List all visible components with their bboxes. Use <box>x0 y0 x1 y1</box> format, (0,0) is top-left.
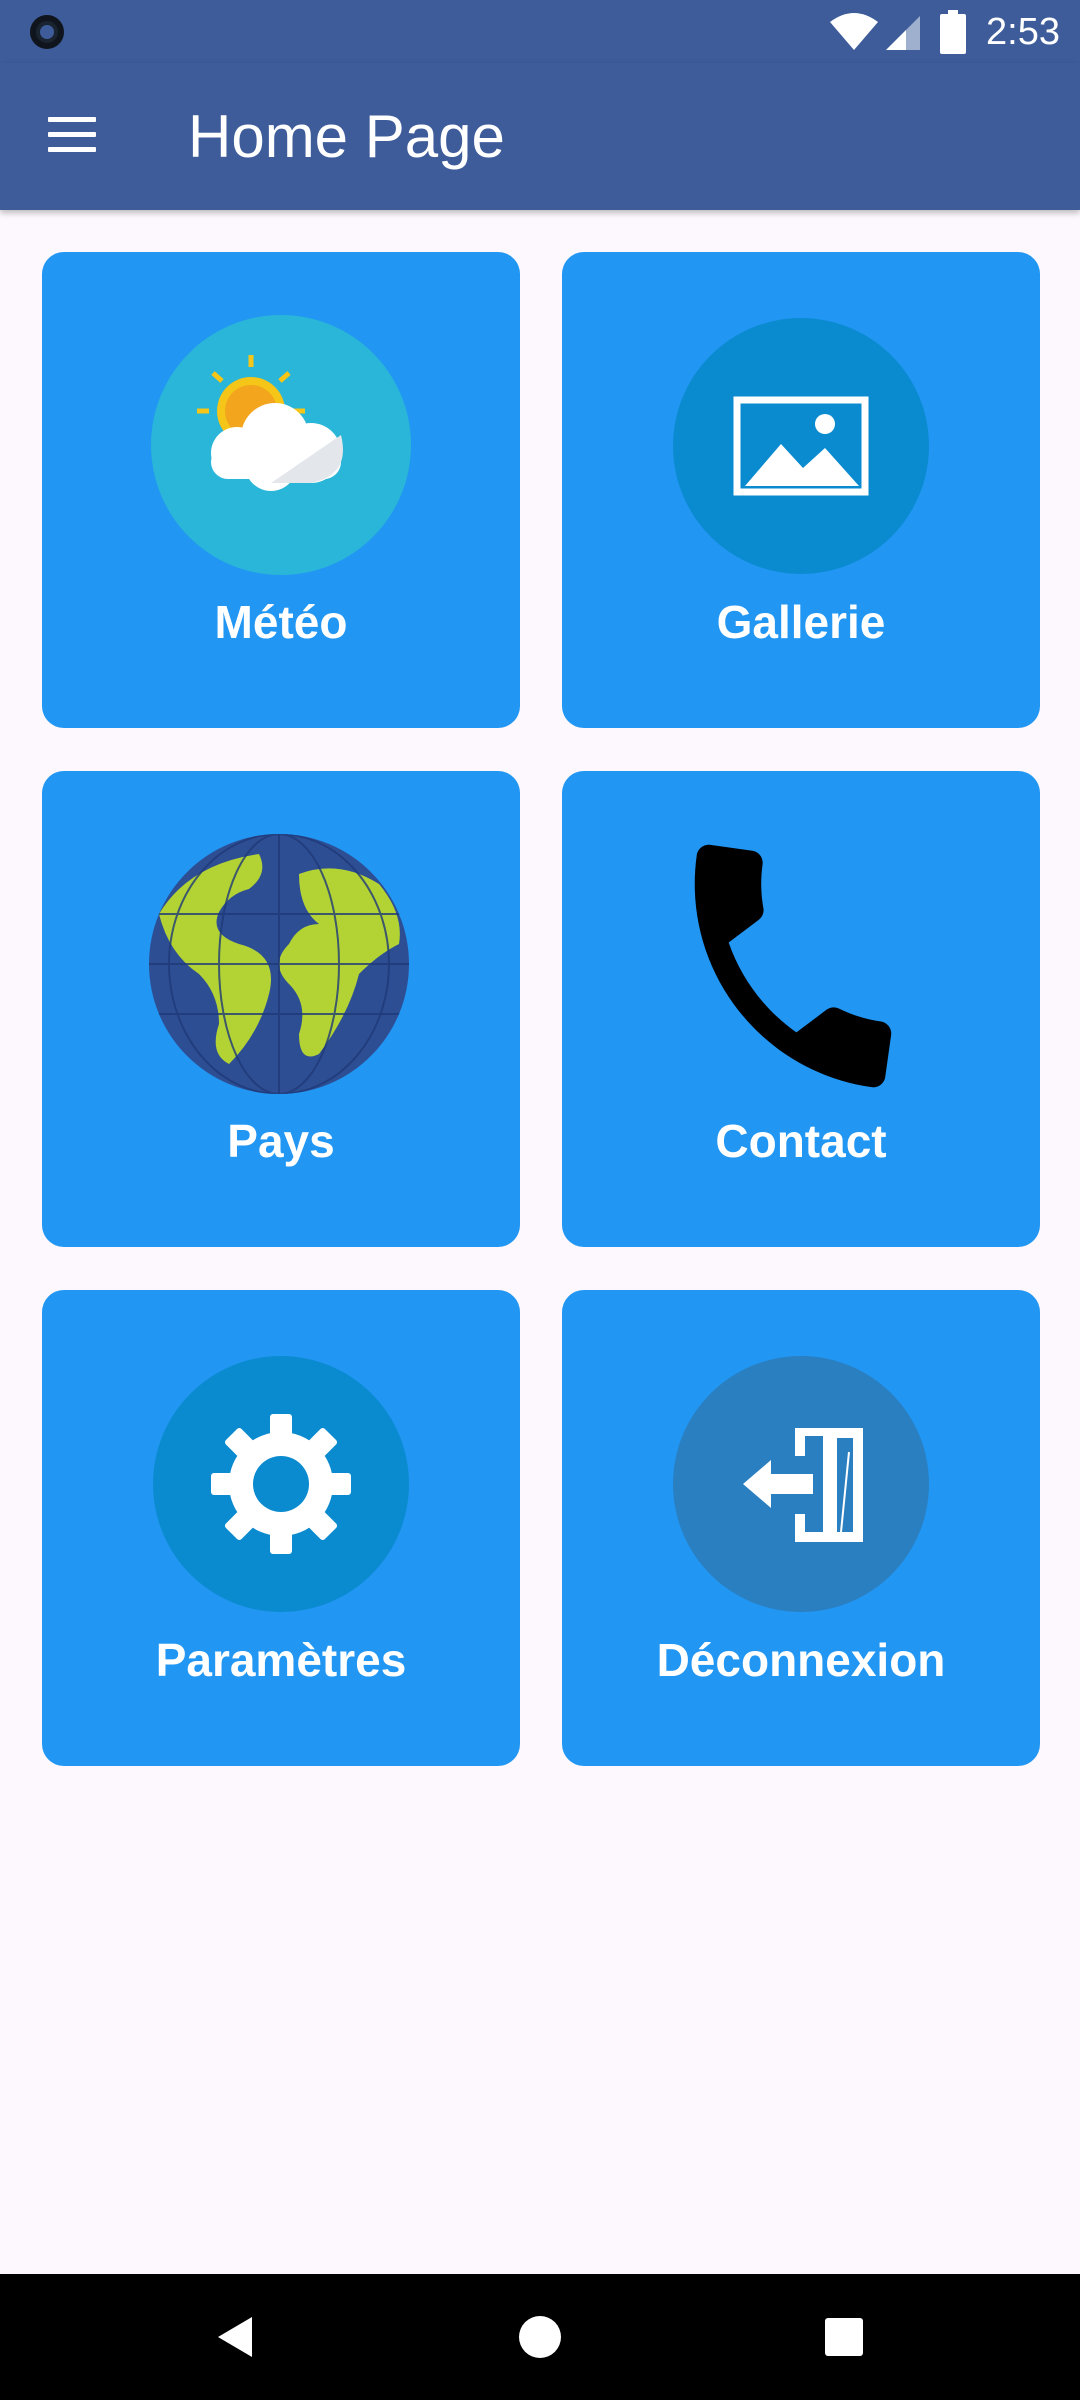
cell-signal-icon <box>886 16 921 50</box>
tile-parametres[interactable]: Paramètres <box>42 1290 520 1766</box>
status-icons: 2:53 <box>828 8 1060 56</box>
tile-label: Paramètres <box>155 1634 407 1686</box>
tile-label: Contact <box>715 1115 887 1167</box>
globe-icon <box>149 834 409 1094</box>
tile-label: Pays <box>227 1115 335 1167</box>
back-icon[interactable] <box>166 2274 306 2400</box>
status-time: 2:53 <box>986 10 1060 53</box>
logout-door-icon <box>673 1356 929 1612</box>
image-gallery-icon <box>673 318 929 574</box>
wifi-icon <box>830 13 879 50</box>
phone-icon <box>694 844 892 1088</box>
tile-contact[interactable]: Contact <box>562 771 1040 1247</box>
app-bar: Home Page <box>0 63 1080 210</box>
tile-gallerie[interactable]: Gallerie <box>562 252 1040 728</box>
tile-label: Gallerie <box>716 596 886 648</box>
camera-dot-icon <box>30 15 64 49</box>
page-title: Home Page <box>188 103 505 170</box>
weather-sun-cloud-icon <box>151 315 411 575</box>
recents-icon[interactable] <box>774 2274 914 2400</box>
tile-deconnexion[interactable]: Déconnexion <box>562 1290 1040 1766</box>
tile-meteo[interactable]: Météo <box>42 252 520 728</box>
tile-label: Déconnexion <box>656 1634 946 1686</box>
tile-pays[interactable]: Pays <box>42 771 520 1247</box>
home-icon[interactable] <box>470 2274 610 2400</box>
battery-icon <box>940 10 967 54</box>
system-nav-bar <box>0 2274 1080 2400</box>
status-bar: 2:53 <box>0 0 1080 63</box>
tile-label: Météo <box>214 596 348 648</box>
gear-icon <box>153 1356 409 1612</box>
hamburger-menu-icon[interactable] <box>36 107 110 167</box>
